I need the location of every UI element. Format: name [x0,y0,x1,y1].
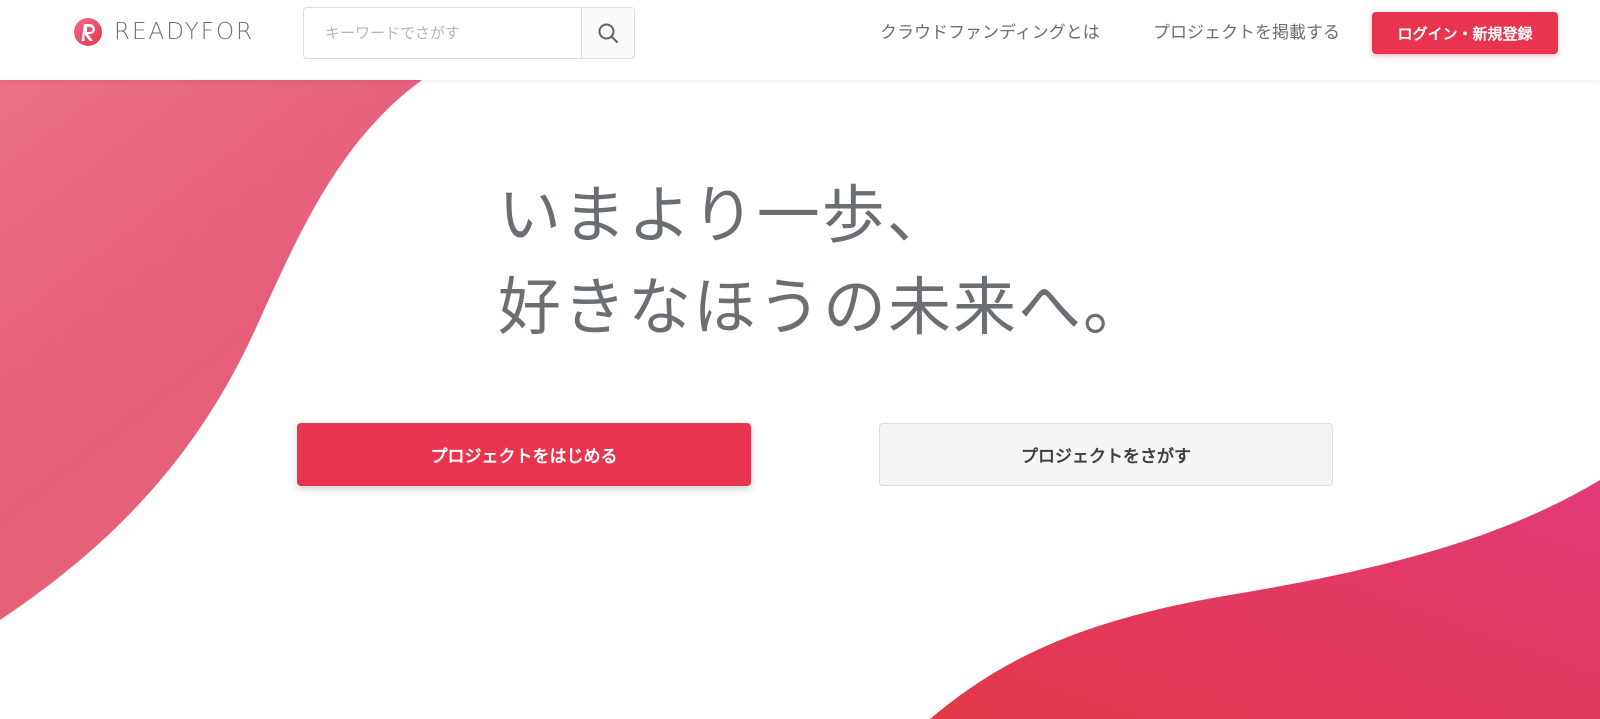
search-button[interactable] [581,8,634,58]
hero-headline: いまより一歩、 好きなほうの未来へ。 [498,170,1148,354]
readyfor-logo[interactable]: READYFOR [72,17,254,47]
search-form [303,7,635,59]
find-project-button[interactable]: プロジェクトをさがす [879,423,1333,486]
nav-link-about-crowdfunding[interactable]: クラウドファンディングとは [880,20,1100,46]
search-icon [598,23,618,43]
nav-link-post-project[interactable]: プロジェクトを掲載する [1153,20,1340,46]
start-project-button[interactable]: プロジェクトをはじめる [297,423,751,486]
hero-headline-line-1: いまより一歩、 [498,179,952,252]
left-wave-shape [0,80,422,620]
right-wave-shape [930,480,1600,719]
site-header: READYFOR クラウドファンディングとは プロジェクトを掲載する ログイン・… [0,0,1600,80]
login-signup-button[interactable]: ログイン・新規登録 [1372,12,1558,54]
readyfor-logo-icon [74,18,102,46]
search-input[interactable] [304,8,581,58]
logo-wordmark: READYFOR [114,19,255,45]
hero-headline-line-2: 好きなほうの未来へ。 [498,271,1148,344]
